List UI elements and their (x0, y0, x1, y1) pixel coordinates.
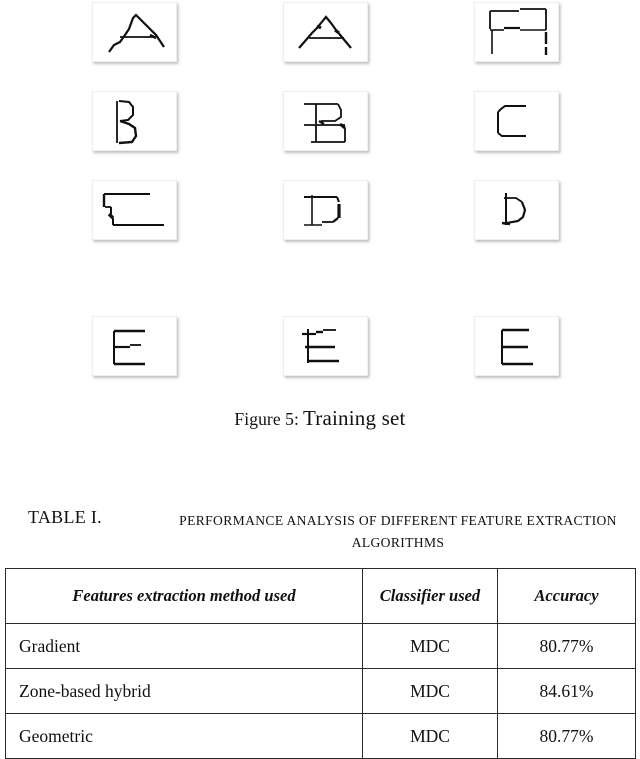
sample-thumbnail-7 (92, 180, 177, 240)
sample-card-11 (283, 316, 368, 376)
sample-thumbnail-12 (474, 316, 559, 376)
sample-thumbnail-8 (283, 180, 368, 240)
sample-card-7 (92, 180, 177, 240)
table-number-label: TABLE I. (28, 507, 102, 527)
column-header-method: Features extraction method used (5, 568, 363, 624)
sample-thumbnail-11 (283, 316, 368, 376)
cell-method: Gradient (5, 623, 363, 669)
sample-card-6 (474, 91, 559, 151)
sample-thumbnail-2 (283, 2, 368, 62)
handwritten-letter-C-icon (497, 105, 526, 137)
sample-thumbnail-9 (474, 180, 559, 240)
sample-thumbnail-1 (92, 2, 177, 62)
cell-classifier: MDC (362, 668, 498, 714)
sample-thumbnail-10 (92, 316, 177, 376)
table-header: Features extraction method used Classifi… (5, 568, 636, 624)
table-row: Gradient MDC 80.77% (5, 623, 636, 669)
column-header-accuracy: Accuracy (497, 568, 636, 624)
handwritten-letter-B-icon (304, 103, 346, 143)
sample-card-3 (474, 2, 559, 62)
handwritten-letter-A-icon (108, 13, 165, 53)
sample-card-2 (283, 2, 368, 62)
sample-thumbnail-6 (474, 91, 559, 151)
sample-thumbnail-4 (92, 91, 177, 151)
sample-card-8 (283, 180, 368, 240)
cell-accuracy: 84.61% (497, 668, 636, 714)
table-caption: TABLE I. PERFORMANCE ANALYSIS OF DIFFERE… (0, 505, 640, 560)
handwritten-letter-E-icon (501, 328, 533, 366)
figure-caption-title: Training set (303, 406, 406, 430)
cell-method: Geometric (5, 713, 363, 759)
sample-card-10 (92, 316, 177, 376)
performance-analysis-table: Features extraction method used Classifi… (5, 568, 636, 759)
figure-caption-label: Figure 5: (234, 409, 299, 429)
sample-card-1 (92, 2, 177, 62)
figure-caption: Figure 5: Training set (0, 406, 640, 431)
handwritten-letter-A-icon (298, 15, 352, 49)
sample-thumbnail-3 (474, 2, 559, 62)
column-header-classifier: Classifier used (362, 568, 498, 624)
sample-card-12 (474, 316, 559, 376)
handwritten-letter-E-icon (302, 329, 339, 363)
table-header-row: Features extraction method used Classifi… (5, 568, 636, 624)
table-row: Zone-based hybrid MDC 84.61% (5, 668, 636, 714)
sample-card-4 (92, 91, 177, 151)
sample-thumbnail-5 (283, 91, 368, 151)
cell-classifier: MDC (362, 623, 498, 669)
cell-accuracy: 80.77% (497, 713, 636, 759)
handwritten-letter-E-icon (113, 329, 145, 366)
handwritten-letter-A-icon (489, 8, 548, 55)
handwritten-letter-D-icon (501, 193, 527, 226)
cell-method: Zone-based hybrid (5, 668, 363, 714)
table-row: Geometric MDC 80.77% (5, 713, 636, 759)
table-body: Gradient MDC 80.77% Zone-based hybrid MD… (5, 623, 636, 759)
sample-card-9 (474, 180, 559, 240)
handwritten-letter-D-icon (304, 195, 341, 226)
training-set-figure (0, 0, 640, 400)
sample-card-5 (283, 91, 368, 151)
table-title-label: PERFORMANCE ANALYSIS OF DIFFERENT FEATUR… (179, 513, 617, 550)
handwritten-letter-C-icon (102, 193, 164, 226)
handwritten-letter-B-icon (116, 100, 138, 145)
cell-classifier: MDC (362, 713, 498, 759)
cell-accuracy: 80.77% (497, 623, 636, 669)
